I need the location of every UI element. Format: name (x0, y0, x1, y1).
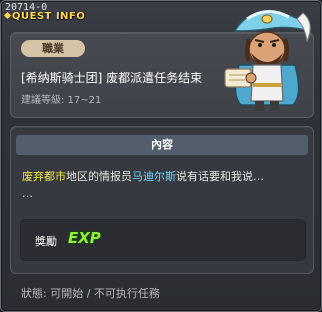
quest-name: [希纳斯骑士团] 废都派遣任务结束 (21, 71, 203, 85)
description-text-1: 地区的情报员 (66, 170, 132, 183)
exp-icon: EXP (68, 229, 101, 247)
recommended-level: 建議等級: 17~21 (21, 95, 102, 106)
npc-portrait-icon (224, 10, 311, 111)
npc-link[interactable]: 马迪尔斯 (132, 170, 176, 183)
title-diamond-icon (3, 11, 12, 20)
description-text-2: 说有话要和我说… (176, 170, 264, 183)
description-text-3: … (22, 187, 33, 200)
quest-description: 废弃都市地区的情报员马迪尔斯说有话要和我说… … (22, 168, 306, 202)
window-title: QUEST INFO (12, 11, 86, 22)
quest-content-panel: 內容 废弃都市地区的情报员马迪尔斯说有话要和我说… … 獎勵 EXP (10, 126, 314, 274)
content-section-header: 內容 (16, 135, 308, 155)
place-link[interactable]: 废弃都市 (22, 170, 66, 183)
reward-box: 獎勵 EXP (20, 219, 306, 261)
job-tag: 職業 (21, 40, 85, 57)
reward-label: 獎勵 (35, 235, 57, 248)
quest-status: 狀態: 可開始 / 不可执行任務 (21, 287, 160, 300)
quest-info-window: 20714-0 QUEST INFO 職業 [希纳斯骑士团] 废都派遣任务结束 … (0, 0, 322, 312)
